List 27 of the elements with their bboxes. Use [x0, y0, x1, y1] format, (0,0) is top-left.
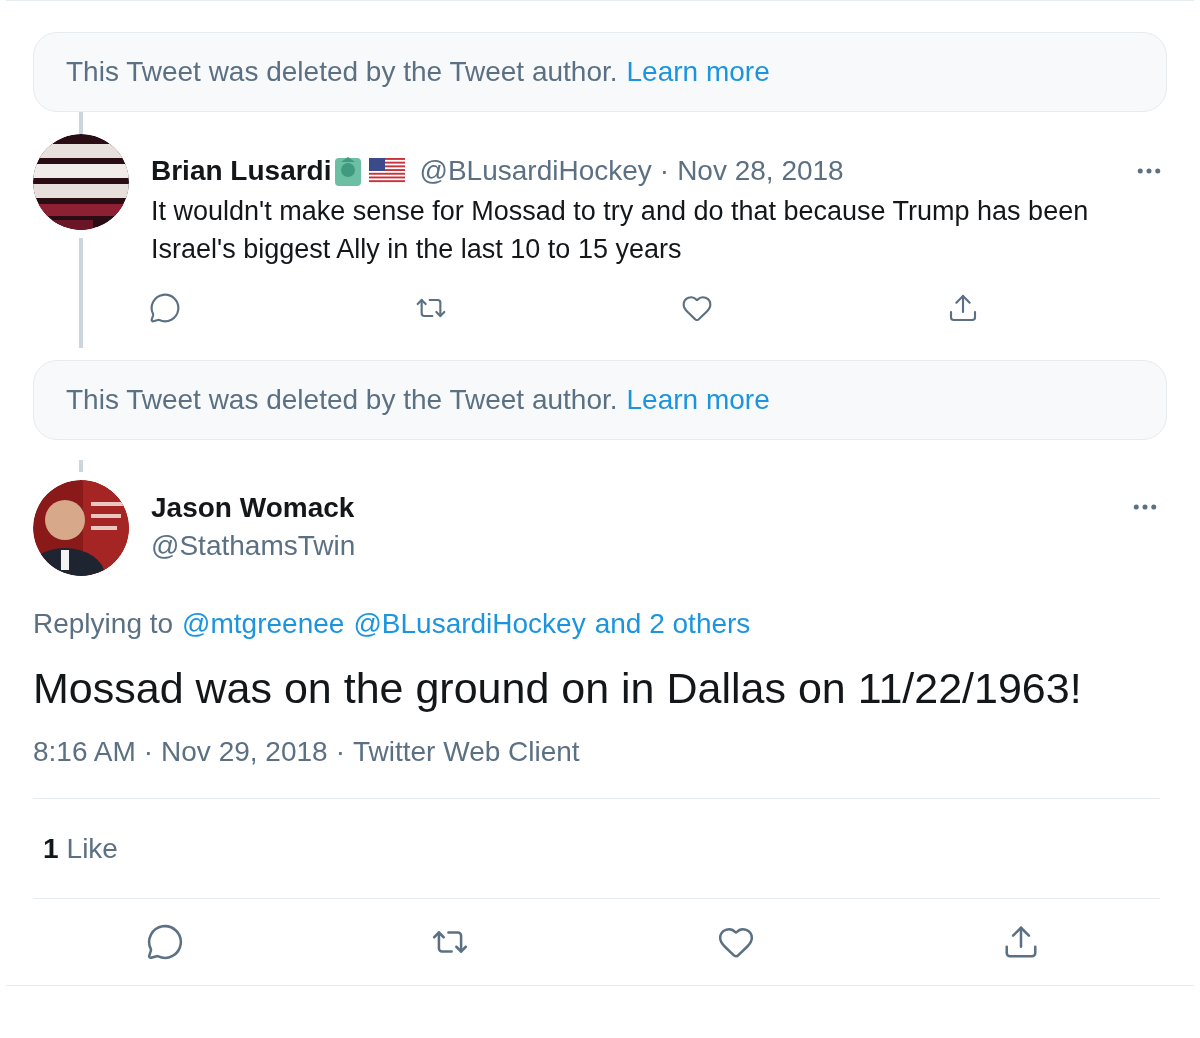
likes-label: Like — [66, 831, 118, 866]
learn-more-link[interactable]: Learn more — [626, 51, 770, 93]
mention-link[interactable]: @BLusardiHockey — [353, 606, 586, 642]
likes-count[interactable]: 1 — [43, 827, 59, 870]
learn-more-link[interactable]: Learn more — [626, 379, 770, 421]
mention-link[interactable]: and 2 others — [594, 606, 751, 642]
replying-label: Replying to — [33, 607, 174, 641]
separator-dot: · — [335, 735, 345, 769]
tweet-date[interactable]: Nov 29, 2018 — [161, 734, 328, 770]
separator-dot: · — [659, 154, 670, 188]
notice-text: This Tweet was deleted by the Tweet author. — [66, 383, 618, 417]
reply-icon[interactable] — [149, 292, 181, 324]
tweet-client[interactable]: Twitter Web Client — [352, 734, 580, 770]
separator-dot: · — [143, 735, 154, 769]
author-name[interactable]: Brian Lusardi — [151, 154, 332, 188]
tweet-text: It wouldn't make sense for Mossad to try and do that because Trump has been Israel's biggest Ally in the last 10 to 15 years — [151, 195, 1090, 266]
reply-icon[interactable] — [146, 923, 184, 961]
author-handle[interactable]: @BLusardiHockey — [419, 154, 652, 188]
flag-icon — [369, 158, 406, 184]
mention-link[interactable]: @mtgreenee — [182, 606, 345, 642]
author-handle[interactable]: @StathamsTwin — [151, 526, 356, 566]
tweet-time[interactable]: 8:16 AM — [33, 734, 136, 770]
tweet-text: Mossad was on the ground on in Dallas on 11/22/1963! — [33, 663, 1083, 714]
tweet-date[interactable]: Nov 28, 2018 — [677, 154, 844, 188]
author-name[interactable]: Jason Womack — [151, 490, 356, 526]
notice-text: This Tweet was deleted by the Tweet author. — [66, 55, 618, 89]
share-icon[interactable] — [947, 292, 979, 324]
